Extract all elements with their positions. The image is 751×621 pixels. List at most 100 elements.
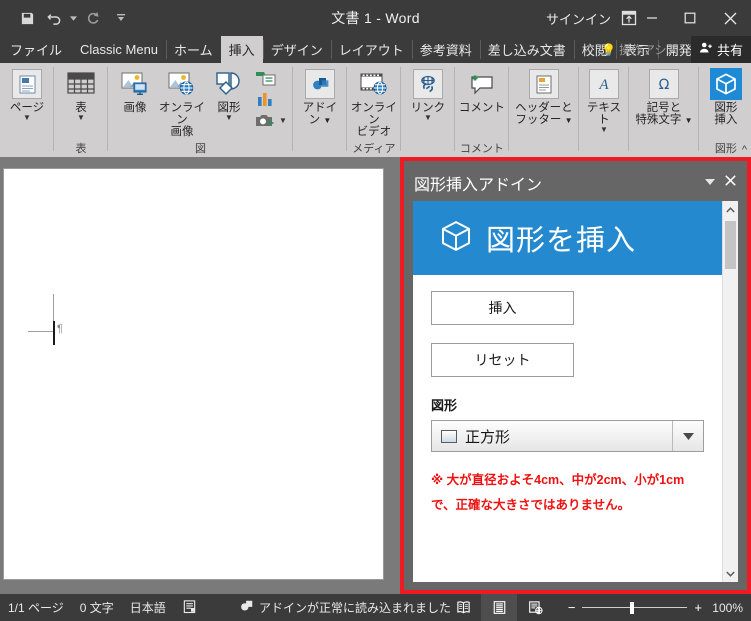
ribbon-group-symbols-label [629,141,699,157]
tab-design[interactable]: デザイン [262,36,331,63]
zoom-in-button[interactable]: + [694,600,702,615]
table-button[interactable]: 表 ▼ [58,66,104,122]
read-mode-view-button[interactable] [445,594,481,621]
minimize-button[interactable] [633,0,671,36]
redo-icon[interactable] [80,5,106,31]
table-dropdown-icon[interactable]: ▼ [77,114,85,122]
symbols-label: 記号と [646,102,682,114]
header-footer-dropdown-icon[interactable]: ▼ [565,116,573,125]
ribbon-group-illustrations-label: 図 [194,143,206,155]
symbols-dropdown-icon[interactable]: ▼ [685,116,693,125]
illustrations-small-buttons: ▼ [253,66,289,130]
text-button[interactable]: A テキスト ▼ [583,66,625,134]
close-button[interactable] [709,0,751,36]
pages-button[interactable]: ページ ▼ [4,66,50,122]
tab-classic-menu[interactable]: Classic Menu [72,36,166,63]
comment-button[interactable]: コメント [459,66,505,114]
chart-icon [258,92,272,106]
sign-in-button[interactable]: サインイン [546,0,611,36]
tell-me-search[interactable]: 💡 操作アシス [601,36,679,63]
smartart-button[interactable] [253,68,289,88]
document-page[interactable]: ¶ [4,169,383,579]
addins-label: アドイ [302,102,338,114]
lightbulb-icon: 💡 [601,42,616,57]
addins-dropdown-icon[interactable]: ▼ [323,116,331,125]
tab-file[interactable]: ファイル [0,36,72,63]
addin-status-message: アドインが正常に読み込まれました [259,601,452,615]
tab-references[interactable]: 参考資料 [411,36,480,63]
links-button[interactable]: リンク ▼ [405,66,451,122]
addin-status: アドインが正常に読み込まれました [240,594,451,621]
window-controls [633,0,751,36]
online-pictures-button[interactable]: オンライン 画像 [159,66,205,138]
shapes-dropdown-icon[interactable]: ▼ [225,114,233,122]
text-cursor [53,321,55,345]
header-footer-button[interactable]: ヘッダーと フッター ▼ [513,66,575,127]
web-layout-view-button[interactable] [517,594,553,621]
paragraph-mark-icon: ¶ [57,323,63,335]
online-video-button[interactable]: オンライン ビデオ [351,66,397,138]
addin-status-icon [240,599,254,616]
ribbon-group-header-footer: ヘッダーと フッター ▼ [509,63,579,157]
addin-icon [304,68,336,100]
screenshot-button[interactable]: ▼ [253,110,289,130]
status-left: 1/1 ページ 0 文字 日本語 [8,594,197,621]
ribbon-group-comments-label: コメント [459,143,504,155]
insert-shape-addin-label-2: 挿入 [714,114,738,126]
tell-me-label: 操作アシス [618,43,679,57]
zoom-slider[interactable] [582,601,688,614]
quick-access-toolbar [14,0,134,36]
text-dropdown-icon[interactable]: ▼ [600,126,608,134]
pages-dropdown-icon[interactable]: ▼ [23,114,31,122]
title-bar: 文書 1 - Word サインイン [0,0,751,36]
addins-button[interactable]: アドイ ン ▼ [297,66,343,127]
ribbon-group-pages-label [0,141,54,157]
customize-qat-icon[interactable] [108,5,134,31]
svg-text:A: A [598,77,609,93]
word-count[interactable]: 0 文字 [80,599,114,616]
save-icon[interactable] [14,5,40,31]
language[interactable]: 日本語 [130,599,166,616]
shapes-icon [213,68,245,100]
maximize-button[interactable] [671,0,709,36]
online-video-label-2: ビデオ [356,126,392,138]
word-window: 文書 1 - Word サインイン ファイル Classic Menu ホーム … [0,0,751,621]
addins-label-2: ン ▼ [308,114,332,126]
zoom-controls: − + 100% [568,594,743,621]
shapes-button[interactable]: 図形 ▼ [206,66,252,122]
zoom-slider-knob[interactable] [630,601,635,614]
zoom-level[interactable]: 100% [709,601,743,615]
comment-icon [466,68,498,100]
tab-mailings[interactable]: 差し込み文書 [479,36,574,63]
ribbon-group-addins-label [293,141,347,157]
zoom-out-button[interactable]: − [568,600,576,615]
undo-icon[interactable] [42,5,68,31]
text-label: テキスト [586,102,621,126]
ribbon-group-media-label: メディア [352,143,396,155]
ribbon-group-links-label [401,141,455,157]
tab-insert[interactable]: 挿入 [220,36,263,63]
ribbon-group-table-label: 表 [75,143,87,155]
ribbon-group-text: A テキスト ▼ [579,63,629,157]
collapse-ribbon-icon[interactable]: ^ [742,144,747,156]
ribbon-group-links: リンク ▼ [401,63,455,157]
page-count[interactable]: 1/1 ページ [8,599,64,616]
ribbon-group-shape-addin: 図形 挿入 図形 [699,63,751,157]
ribbon-tabs: ファイル Classic Menu ホーム 挿入 デザイン レイアウト 参考資料… [0,36,700,63]
share-button[interactable]: 共有 [690,36,751,63]
chart-button[interactable] [253,89,289,109]
print-layout-view-button[interactable] [481,594,517,621]
smartart-icon [256,71,276,85]
symbols-button[interactable]: Ω 記号と 特殊文字 ▼ [633,66,695,127]
tab-layout[interactable]: レイアウト [330,36,412,63]
undo-dropdown-icon[interactable] [68,5,78,31]
links-dropdown-icon[interactable]: ▼ [424,114,432,122]
cube-icon [709,68,742,100]
pictures-button[interactable]: 画像 [112,66,158,114]
insert-shape-addin-button[interactable]: 図形 挿入 [703,66,749,126]
symbols-label-2: 特殊文字 ▼ [635,114,693,126]
proofing-icon[interactable] [182,599,197,617]
screenshot-dropdown-icon[interactable]: ▼ [279,116,287,125]
tab-home[interactable]: ホーム [166,36,221,63]
picture-icon [119,68,151,100]
